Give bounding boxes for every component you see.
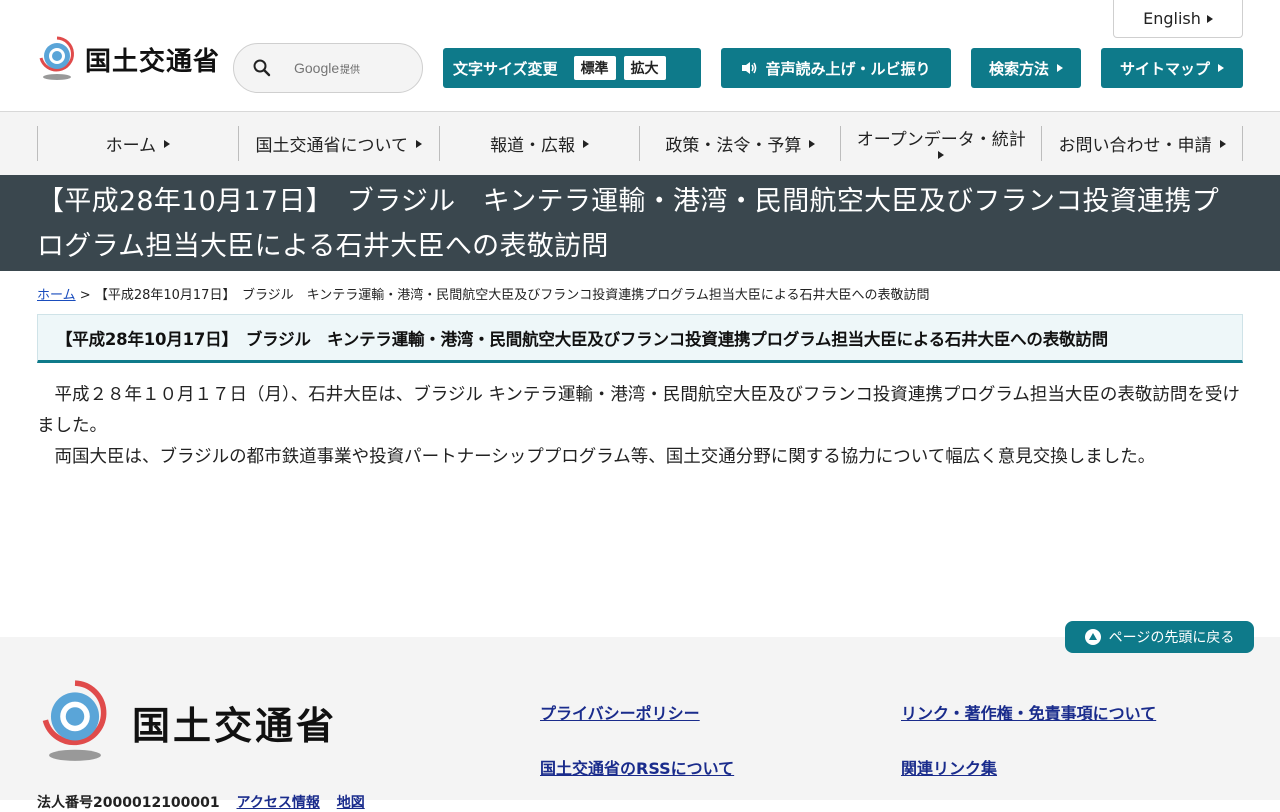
related-links-link[interactable]: 関連リンク集 <box>901 755 997 779</box>
triangle-right-icon <box>1218 64 1224 72</box>
page-title: 【平成28年10月17日】 ブラジル キンテラ運輸・港湾・民間航空大臣及びフラン… <box>37 186 1220 262</box>
content-heading: 【平成28年10月17日】 ブラジル キンテラ運輸・港湾・民間航空大臣及びフラン… <box>56 329 1108 349</box>
english-button[interactable]: English <box>1113 0 1243 38</box>
breadcrumb-separator: > <box>79 288 91 303</box>
article-body: 平成２８年１０月１７日（月）、石井大臣は、ブラジル キンテラ運輸・港湾・民間航空… <box>37 380 1243 473</box>
access-link[interactable]: アクセス情報 <box>237 795 320 811</box>
nav-item-opendata[interactable]: オープンデータ・統計 <box>840 126 1041 161</box>
sitemap-label: サイトマップ <box>1119 59 1210 78</box>
audio-ruby-label: 音声読み上げ・ルビ振り <box>765 59 931 78</box>
article-paragraph: 両国大臣は、ブラジルの都市鉄道事業や投資パートナーシッププログラム等、国土交通分… <box>37 447 1156 467</box>
breadcrumb-current: 【平成28年10月17日】 ブラジル キンテラ運輸・港湾・民間航空大臣及びフラン… <box>94 288 930 303</box>
nav-item-home[interactable]: ホーム <box>37 126 238 161</box>
footer-meta: 法人番号2000012100001 アクセス情報 地図 <box>37 792 365 812</box>
triangle-right-icon <box>809 139 816 148</box>
page-title-band: 【平成28年10月17日】 ブラジル キンテラ運輸・港湾・民間航空大臣及びフラン… <box>0 175 1280 271</box>
search-icon[interactable] <box>252 58 272 78</box>
global-nav: ホーム 国土交通省について 報道・広報 政策・法令・予算 オープンデータ・統計 … <box>0 112 1280 175</box>
back-to-top-button[interactable]: ページの先頭に戻る <box>1065 621 1254 653</box>
font-size-standard-button[interactable]: 標準 <box>573 56 616 80</box>
search-provider-label: 提供 <box>340 64 360 76</box>
site-header: English 国土交通省 提供 文字サイズ変更 標準 拡大 音声読み上げ・ <box>0 0 1280 112</box>
nav-item-about[interactable]: 国土交通省について <box>237 126 439 161</box>
corporate-number: 法人番号2000012100001 <box>37 795 220 811</box>
mlit-logo-icon <box>42 680 107 761</box>
triangle-right-icon <box>938 150 945 159</box>
search-method-button[interactable]: 検索方法 <box>971 48 1081 88</box>
triangle-right-icon <box>1206 14 1213 23</box>
triangle-right-icon <box>583 139 590 148</box>
search-input[interactable] <box>294 60 384 76</box>
content-heading-box: 【平成28年10月17日】 ブラジル キンテラ運輸・港湾・民間航空大臣及びフラン… <box>37 314 1243 363</box>
logo-text: 国土交通省 <box>85 46 221 77</box>
triangle-right-icon <box>164 139 171 148</box>
nav-item-press[interactable]: 報道・広報 <box>438 126 640 161</box>
mlit-logo-icon <box>39 36 74 80</box>
site-logo[interactable]: 国土交通省 <box>37 36 220 82</box>
breadcrumb-home-link[interactable]: ホーム <box>37 288 76 303</box>
nav-item-label: ホーム <box>105 136 157 156</box>
back-to-top-label: ページの先頭に戻る <box>1108 630 1235 646</box>
nav-item-label: 政策・法令・予算 <box>665 136 802 156</box>
search-method-label: 検索方法 <box>988 59 1049 78</box>
search-box[interactable]: 提供 <box>233 43 423 93</box>
triangle-right-icon <box>415 139 422 148</box>
english-label: English <box>1143 9 1201 28</box>
font-size-large-button[interactable]: 拡大 <box>623 56 666 80</box>
breadcrumb: ホーム > 【平成28年10月17日】 ブラジル キンテラ運輸・港湾・民間航空大… <box>37 284 930 303</box>
nav-item-contact[interactable]: お問い合わせ・申請 <box>1041 126 1243 161</box>
nav-item-label: お問い合わせ・申請 <box>1058 136 1212 156</box>
sitemap-button[interactable]: サイトマップ <box>1101 48 1243 88</box>
audio-ruby-button[interactable]: 音声読み上げ・ルビ振り <box>721 48 951 88</box>
nav-item-label: オープンデータ・統計 <box>856 129 1026 150</box>
nav-item-policy[interactable]: 政策・法令・予算 <box>639 126 840 161</box>
nav-item-label: 国土交通省について <box>255 136 408 156</box>
font-size-label: 文字サイズ変更 <box>453 59 558 78</box>
footer-logo-text: 国土交通省 <box>132 703 338 748</box>
speaker-icon <box>742 62 757 74</box>
rss-link[interactable]: 国土交通省のRSSについて <box>540 755 734 779</box>
privacy-policy-link[interactable]: プライバシーポリシー <box>540 700 700 724</box>
link-copyright-link[interactable]: リンク・著作権・免責事項について <box>901 700 1156 724</box>
arrow-up-icon <box>1084 629 1101 645</box>
footer-logo[interactable]: 国土交通省 <box>38 679 337 765</box>
triangle-right-icon <box>1057 64 1063 72</box>
article-paragraph: 平成２８年１０月１７日（月）、石井大臣は、ブラジル キンテラ運輸・港湾・民間航空… <box>37 385 1240 436</box>
nav-item-label: 報道・広報 <box>490 136 576 156</box>
map-link[interactable]: 地図 <box>337 795 365 811</box>
triangle-right-icon <box>1219 139 1226 148</box>
font-size-control: 文字サイズ変更 標準 拡大 <box>443 48 701 88</box>
